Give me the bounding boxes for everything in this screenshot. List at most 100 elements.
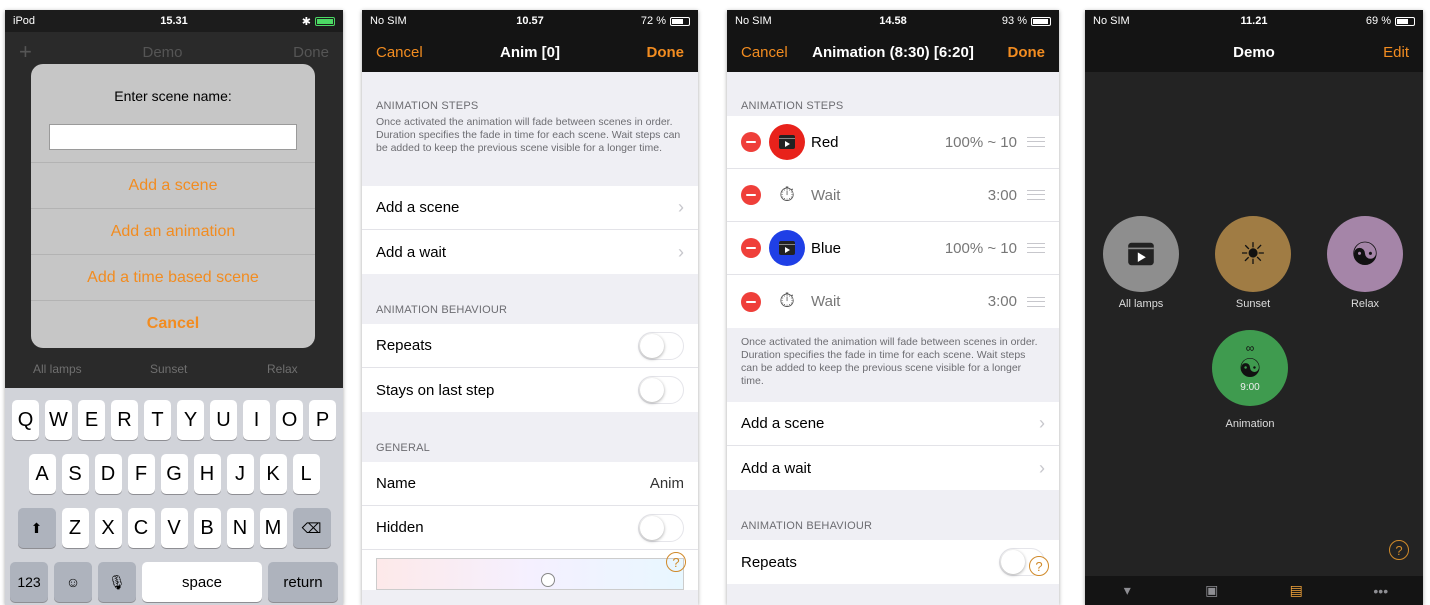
key[interactable]: N <box>226 508 254 548</box>
add-wait-row[interactable]: Add a wait › <box>362 230 698 274</box>
section-header-behaviour: ANIMATION BEHAVIOUR <box>376 304 508 316</box>
add-scene-row[interactable]: Add a scene › <box>362 186 698 230</box>
key[interactable]: G <box>160 454 188 494</box>
reorder-handle-icon[interactable] <box>1027 296 1045 307</box>
stays-label: Stays on last step <box>376 381 495 399</box>
edit-button[interactable]: Edit <box>1383 44 1409 61</box>
status-bar: No SIM 11.21 69 % <box>1085 10 1423 32</box>
help-icon[interactable]: ? <box>666 552 686 572</box>
add-button[interactable]: + <box>19 39 32 65</box>
add-scene-button[interactable]: Add a scene <box>31 162 315 208</box>
cancel-button[interactable]: Cancel <box>741 44 788 61</box>
scene-name-input[interactable] <box>49 124 297 150</box>
help-icon[interactable]: ? <box>1389 540 1409 560</box>
shift-key[interactable]: ⬆ <box>17 508 56 548</box>
key[interactable]: F <box>127 454 155 494</box>
numbers-key[interactable]: 123 <box>10 562 48 602</box>
key[interactable]: H <box>193 454 221 494</box>
repeats-toggle[interactable] <box>638 331 684 360</box>
delete-step-icon[interactable] <box>741 185 761 205</box>
backspace-key[interactable]: ⌫ <box>292 508 331 548</box>
delete-step-icon[interactable] <box>741 291 761 312</box>
add-group: Add a scene › Add a wait › <box>727 402 1059 490</box>
key[interactable]: U <box>210 400 237 440</box>
battery-icon <box>1395 16 1415 26</box>
stays-toggle[interactable] <box>638 376 684 404</box>
hidden-toggle[interactable] <box>638 513 684 542</box>
key[interactable]: S <box>61 454 89 494</box>
step-row[interactable]: ⏱ Wait 3:00 <box>727 169 1059 222</box>
scene-sunset-button[interactable]: ☀ <box>1215 216 1291 292</box>
key[interactable]: R <box>111 400 138 440</box>
add-wait-row[interactable]: Add a wait › <box>727 446 1059 490</box>
tab-scenes-icon[interactable]: ▤ <box>1276 582 1316 599</box>
tab-more-icon[interactable]: ••• <box>1361 583 1401 599</box>
hidden-row: Hidden <box>362 506 698 550</box>
done-button[interactable]: Done <box>293 44 329 61</box>
yin-yang-icon: ☯ <box>1238 353 1262 383</box>
reorder-handle-icon[interactable] <box>1027 243 1045 253</box>
done-button[interactable]: Done <box>1008 44 1046 61</box>
steps-group: Add a scene › Add a wait › <box>362 186 698 274</box>
emoji-key[interactable]: ☺ <box>54 562 92 602</box>
cancel-button[interactable]: Cancel <box>31 300 315 346</box>
bluetooth-icon: ✱ <box>301 15 311 28</box>
key[interactable]: I <box>243 400 270 440</box>
nav-title: Demo <box>142 43 183 61</box>
reorder-handle-icon[interactable] <box>1027 137 1045 147</box>
key[interactable]: W <box>45 400 72 440</box>
help-icon[interactable]: ? <box>1029 556 1049 576</box>
sun-icon: ☀ <box>1239 237 1267 271</box>
key[interactable]: Q <box>12 400 39 440</box>
tab-gallery-icon[interactable]: ▣ <box>1192 582 1232 599</box>
add-scene-row[interactable]: Add a scene › <box>727 402 1059 446</box>
key[interactable]: Y <box>177 400 204 440</box>
key[interactable]: X <box>94 508 122 548</box>
delete-step-icon[interactable] <box>741 132 761 152</box>
color-picker[interactable] <box>376 558 684 590</box>
repeats-row: Repeats ? <box>727 540 1059 584</box>
key[interactable]: D <box>94 454 122 494</box>
add-time-based-scene-button[interactable]: Add a time based scene <box>31 254 315 300</box>
keyboard: Q W E R T Y U I O P A S D F G H J K L ⬆ … <box>5 388 343 605</box>
step-row[interactable]: Blue 100% ~ 10 <box>727 222 1059 275</box>
key[interactable]: V <box>160 508 188 548</box>
repeats-label: Repeats <box>376 337 432 354</box>
phone-animation-editor-steps: No SIM 14.58 93 % Cancel Animation (8:30… <box>727 10 1059 605</box>
delete-step-icon[interactable] <box>741 238 761 258</box>
reorder-handle-icon[interactable] <box>1027 190 1045 200</box>
key[interactable]: L <box>292 454 320 494</box>
done-button[interactable]: Done <box>647 44 685 61</box>
key[interactable]: A <box>28 454 56 494</box>
key[interactable]: J <box>226 454 254 494</box>
chevron-right-icon: › <box>678 241 684 262</box>
key[interactable]: Z <box>61 508 89 548</box>
step-row[interactable]: Red 100% ~ 10 <box>727 116 1059 169</box>
return-key[interactable]: return <box>268 562 338 602</box>
phone-scenes-grid: No SIM 11.21 69 % Demo Edit All lamps ☀ … <box>1085 10 1423 605</box>
microphone-icon[interactable]: 🎙 <box>98 562 136 602</box>
battery-icon <box>315 16 335 26</box>
space-key[interactable]: space <box>142 562 262 602</box>
add-scene-label: Add a scene <box>376 199 460 216</box>
scene-all-lamps-button[interactable] <box>1103 216 1179 292</box>
step-row[interactable]: ⏱ Wait 3:00 <box>727 275 1059 328</box>
add-animation-button[interactable]: Add an animation <box>31 208 315 254</box>
step-value: 3:00 <box>987 293 1017 310</box>
key[interactable]: P <box>309 400 336 440</box>
tab-lamps-icon[interactable]: ▾ <box>1107 582 1147 599</box>
key[interactable]: C <box>127 508 155 548</box>
animation-duration: 9:00 <box>1240 382 1260 393</box>
key[interactable]: T <box>144 400 171 440</box>
nav-bar: Cancel Anim [0] Done <box>362 32 698 72</box>
key[interactable]: M <box>259 508 287 548</box>
key[interactable]: E <box>78 400 105 440</box>
key[interactable]: O <box>276 400 303 440</box>
color-picker-handle[interactable] <box>541 573 555 587</box>
key[interactable]: K <box>259 454 287 494</box>
cancel-button[interactable]: Cancel <box>376 44 423 61</box>
name-row[interactable]: Name Anim <box>362 462 698 506</box>
scene-animation-button[interactable]: ∞ ☯ 9:00 <box>1212 330 1288 406</box>
key[interactable]: B <box>193 508 221 548</box>
scene-relax-button[interactable]: ☯ <box>1327 216 1403 292</box>
